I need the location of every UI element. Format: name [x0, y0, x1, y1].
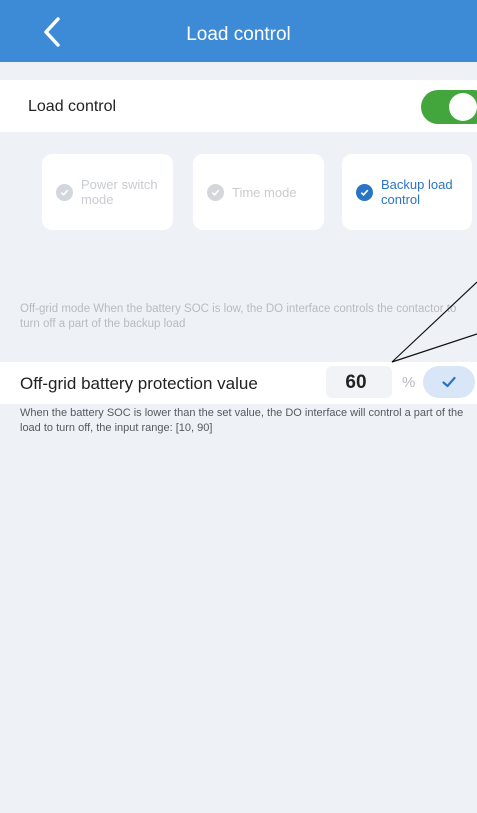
mode-card-backup-load[interactable]: Backup load control — [342, 154, 472, 230]
toggle-knob — [449, 93, 477, 121]
checkmark-icon — [442, 376, 456, 388]
mode-card-time[interactable]: Time mode — [193, 154, 324, 230]
header-bar: Load control — [0, 0, 477, 62]
load-control-label: Load control — [28, 98, 117, 115]
mode-label: Backup load control — [381, 177, 453, 207]
page-title: Load control — [186, 24, 291, 45]
mode-card-power-switch[interactable]: Power switch mode — [42, 154, 173, 230]
protection-value-input[interactable]: 60 — [326, 366, 392, 398]
confirm-button[interactable] — [423, 366, 475, 398]
load-control-row: Load control — [0, 80, 477, 132]
protection-label: Off-grid battery protection value — [20, 374, 258, 393]
load-control-toggle[interactable] — [421, 90, 477, 124]
check-circle-icon — [207, 183, 224, 201]
mode-label: Time mode — [232, 184, 297, 200]
percent-unit: % — [402, 374, 416, 391]
offgrid-description: Off-grid mode When the battery SOC is lo… — [20, 303, 457, 330]
protection-value: 60 — [345, 372, 367, 393]
check-circle-icon — [56, 183, 73, 201]
check-circle-icon — [356, 183, 373, 201]
battery-protection-row: Off-grid battery protection value 60 % — [0, 362, 477, 404]
mode-label: Power switch mode — [81, 177, 158, 207]
protection-description: When the battery SOC is lower than the s… — [20, 407, 464, 434]
top-spacer — [0, 62, 477, 80]
